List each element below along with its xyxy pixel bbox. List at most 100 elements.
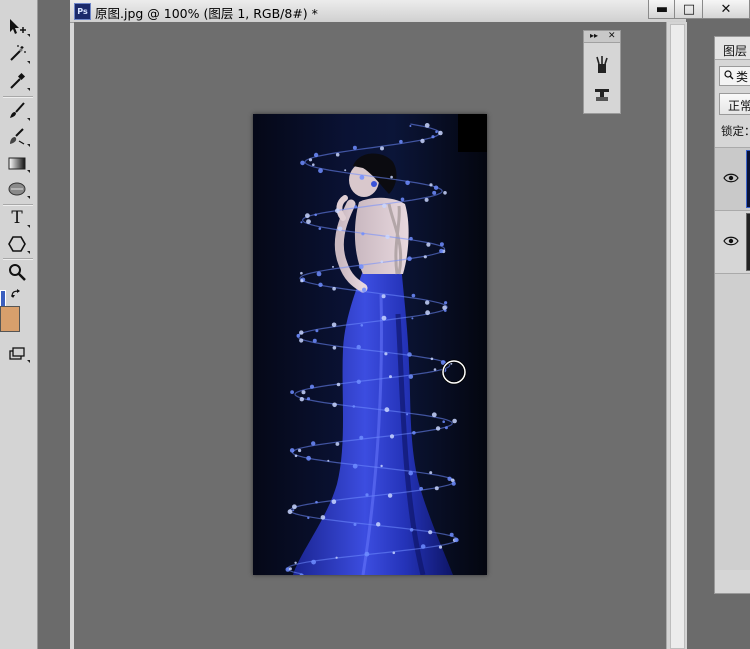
clone-source-icon[interactable]	[592, 85, 612, 105]
maximize-button[interactable]: □	[674, 0, 704, 19]
zoom-tool[interactable]	[6, 261, 28, 283]
sparkle-dot	[380, 260, 384, 263]
sparkle-dot	[429, 183, 433, 187]
move-tool[interactable]	[6, 16, 30, 38]
sparkle-dot	[359, 435, 364, 440]
sparkle-dot	[420, 138, 425, 144]
brush-tool[interactable]	[6, 100, 30, 122]
document-title-bar[interactable]: Ps 原图.jpg @ 100% (图层 1, RGB/8#) * ▬ □ ✕	[70, 0, 750, 23]
sparkle-dot	[433, 185, 439, 190]
sparkle-dot	[407, 256, 412, 261]
sparkle-dot	[423, 255, 427, 259]
sparkle-dot	[312, 163, 315, 166]
sparkle-spiral	[285, 123, 459, 575]
sparkle-dot	[354, 205, 358, 209]
magic-wand-tool[interactable]	[6, 43, 30, 65]
sparkle-dot	[314, 213, 317, 217]
sparkle-dot	[320, 515, 326, 520]
swap-colors-icon[interactable]	[10, 288, 22, 300]
layers-panel: 图层 类 正常 锁定：	[714, 36, 750, 594]
sparkle-dot	[318, 168, 323, 174]
sparkle-dot	[438, 545, 443, 549]
sparkle-dot	[384, 407, 390, 413]
blend-mode-value: 正常	[728, 99, 750, 113]
blur-tool[interactable]	[6, 178, 30, 200]
layer-row-layer-1[interactable]	[715, 147, 750, 210]
sparkle-dot	[292, 509, 295, 512]
sparkle-dot	[442, 305, 447, 311]
sparkle-dot	[332, 286, 336, 291]
shape-tool[interactable]	[6, 233, 30, 255]
eyedropper-tool[interactable]	[6, 70, 30, 92]
sparkle-dot	[399, 139, 403, 144]
sparkle-dot	[299, 338, 304, 343]
sparkle-dot	[299, 397, 304, 402]
sparkle-dot	[327, 459, 330, 462]
sparkle-dot	[313, 152, 319, 158]
clone-stamp-tool[interactable]	[6, 126, 30, 148]
clone-stamp-icon	[10, 128, 25, 145]
sparkle-dot	[306, 397, 311, 401]
sparkle-dot	[300, 160, 305, 166]
sparkle-dot	[431, 412, 437, 418]
scrollbar-thumb[interactable]	[670, 24, 685, 649]
sparkle-dot	[300, 279, 304, 283]
sparkle-dot	[380, 146, 384, 151]
sparkle-dot	[382, 203, 387, 208]
brush-icon	[10, 102, 25, 118]
sparkle-dot	[301, 390, 306, 395]
sparkle-dot	[429, 471, 433, 475]
layer-filter-field[interactable]: 类	[719, 66, 750, 86]
sparkle-dot	[408, 470, 413, 476]
sparkle-dot	[358, 264, 364, 270]
sparkle-dot	[430, 357, 434, 361]
panel-header[interactable]: ▸▸ ✕	[584, 31, 620, 43]
sparkle-dot	[316, 271, 322, 277]
sparkle-dot	[298, 448, 302, 453]
brush-presets-icon[interactable]	[592, 55, 612, 75]
sparkle-dot	[359, 175, 365, 180]
sparkle-dot	[439, 242, 444, 247]
screen-mode-button[interactable]	[6, 342, 30, 364]
sparkle-dot	[449, 532, 454, 537]
sparkle-dot	[450, 478, 455, 483]
sparkle-dot	[331, 499, 337, 505]
sparkle-dot	[381, 294, 386, 299]
sparkle-dot	[438, 130, 443, 136]
sparkle-dot	[412, 431, 416, 435]
close-button[interactable]: ✕	[702, 0, 750, 19]
sparkle-dot	[454, 537, 459, 543]
layers-tab[interactable]: 图层	[715, 37, 750, 60]
close-icon[interactable]: ✕	[608, 31, 616, 41]
move-tool-icon	[10, 19, 26, 34]
brush-cursor-icon	[441, 359, 467, 385]
sparkle-dot	[387, 493, 393, 498]
eye-icon[interactable]	[723, 172, 739, 184]
eyedropper-icon	[10, 72, 26, 89]
minimize-button[interactable]: ▬	[648, 0, 676, 19]
sparkle-dot	[309, 384, 315, 389]
sparkle-dot	[353, 523, 357, 526]
background-color-swatch[interactable]	[0, 306, 20, 332]
sparkle-dot	[407, 352, 412, 357]
magic-wand-icon	[10, 45, 26, 61]
collapse-icon[interactable]: ▸▸	[590, 31, 598, 41]
sparkle-dot	[352, 463, 358, 469]
layer-row-background[interactable]	[715, 210, 750, 273]
sparkle-dot	[364, 551, 370, 557]
blend-mode-select[interactable]: 正常	[719, 93, 750, 115]
sparkle-dot	[335, 556, 338, 559]
vertical-scrollbar[interactable]	[666, 22, 687, 649]
sparkle-dot	[408, 374, 414, 379]
sparkle-dot	[332, 402, 337, 408]
type-icon: T	[11, 208, 23, 228]
image-canvas[interactable]	[253, 114, 487, 575]
brush-presets-panel: ▸▸ ✕	[583, 30, 621, 114]
gradient-tool[interactable]	[6, 152, 30, 174]
search-icon	[724, 70, 734, 80]
sparkle-dot	[335, 208, 340, 213]
eye-icon[interactable]	[723, 235, 739, 247]
layers-tab-label: 图层	[723, 44, 748, 58]
type-tool[interactable]: T	[6, 207, 30, 229]
sparkle-dot	[360, 324, 364, 327]
